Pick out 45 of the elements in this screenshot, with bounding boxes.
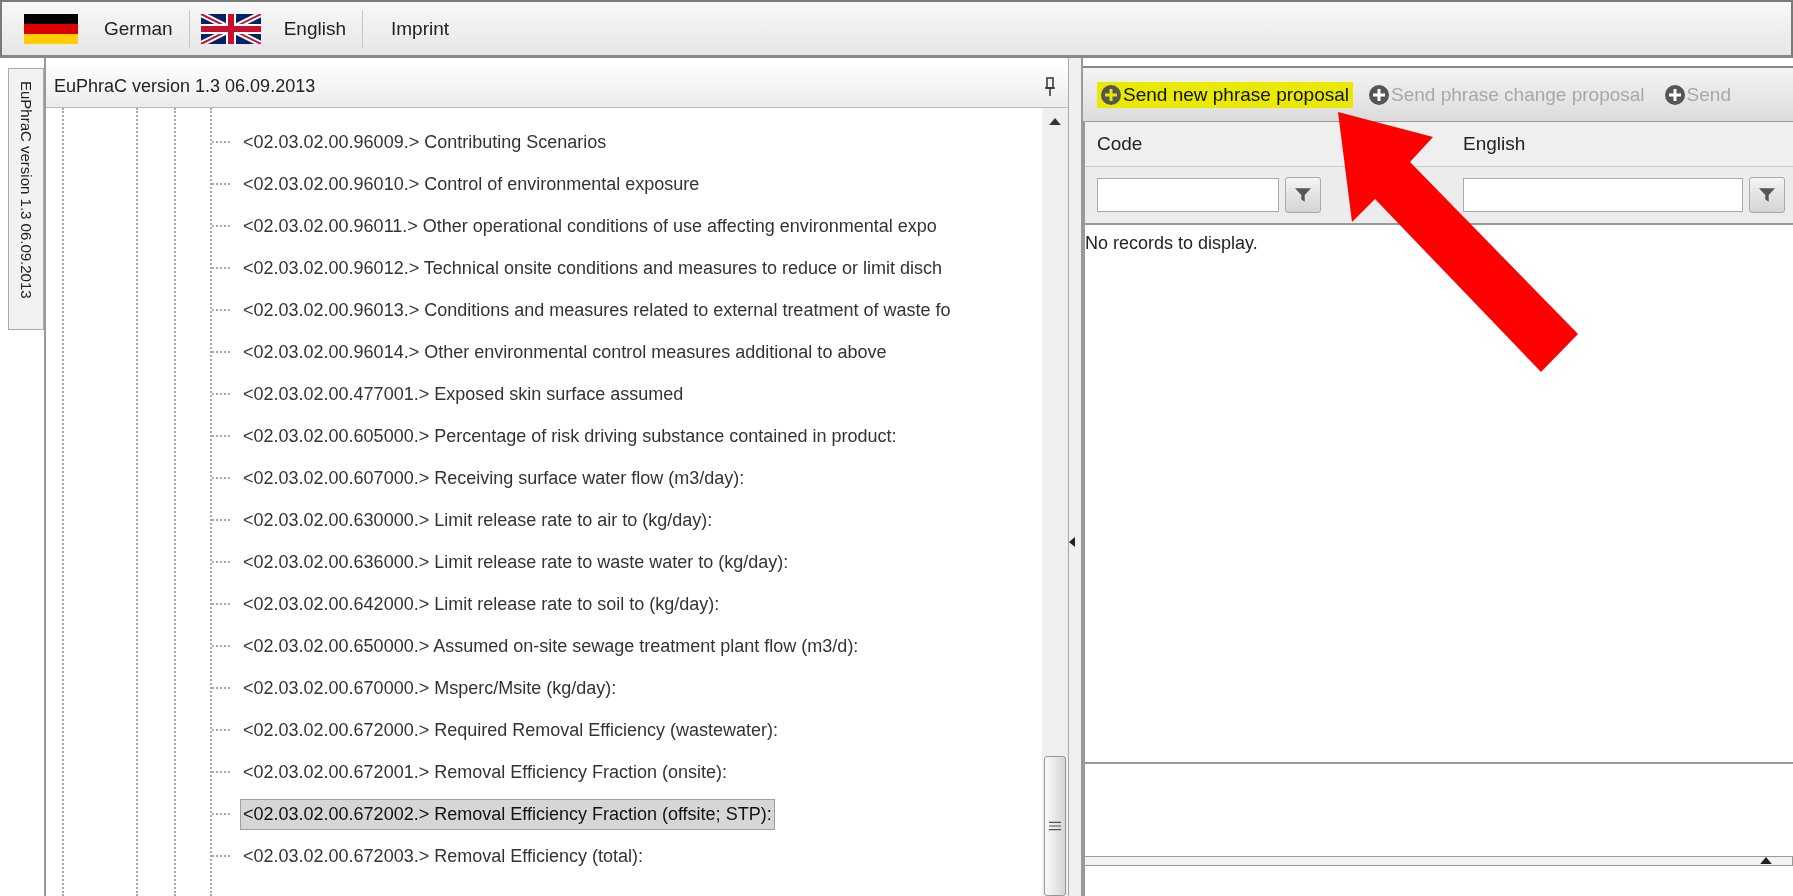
language-link[interactable]: German	[104, 17, 173, 40]
tree-item[interactable]: <02.03.02.00.630000.> Limit release rate to air to (kg/day):	[240, 504, 716, 536]
empty-message: No records to display.	[1085, 233, 1258, 253]
column-header[interactable]: English	[1451, 133, 1793, 155]
scrollbar[interactable]	[1042, 108, 1068, 896]
tree-item[interactable]: <02.03.02.00.642000.> Limit release rate to soil to (kg/day):	[240, 588, 723, 620]
tree-item[interactable]: <02.03.02.00.96011.> Other operational conditions of use affecting environmental expo	[240, 210, 940, 242]
tree-item[interactable]: <02.03.02.00.96014.> Other environmental control measures additional to above	[240, 336, 890, 368]
plus-icon	[1664, 84, 1685, 105]
flag-icon[interactable]	[199, 13, 262, 44]
filter-icon	[1759, 187, 1775, 203]
tree-item[interactable]: <02.03.02.00.96009.> Contributing Scenarios	[240, 126, 610, 158]
tree-item[interactable]: <02.03.02.00.672003.> Removal Efficiency (total):	[240, 840, 646, 872]
filter-button[interactable]	[1285, 177, 1321, 213]
scrollbar[interactable]	[1083, 856, 1793, 866]
filter-icon	[1295, 187, 1311, 203]
tree-item[interactable]: <02.03.02.00.477001.> Exposed skin surface assumed	[240, 378, 687, 410]
plus-icon	[1369, 84, 1390, 105]
scroll-thumb[interactable]	[1044, 756, 1066, 896]
grip-icon	[1049, 821, 1061, 831]
collapse-arrow-icon[interactable]	[1069, 536, 1075, 548]
tree-item[interactable]: <02.03.02.00.96013.> Conditions and measures related to external treatment of waste fo	[240, 294, 954, 326]
tree-item[interactable]: <02.03.02.00.636000.> Limit release rate to waste water to (kg/day):	[240, 546, 792, 578]
tree-item[interactable]: <02.03.02.00.96010.> Control of environmental exposure	[240, 168, 703, 200]
pin-icon[interactable]	[1044, 76, 1056, 97]
filter-field[interactable]	[1097, 178, 1279, 212]
tree-item[interactable]: <02.03.02.00.672000.> Required Removal Efficiency (wastewater):	[240, 714, 781, 746]
tree-item[interactable]: <02.03.02.00.96012.> Technical onsite conditions and measures to reduce or limit disch	[240, 252, 946, 284]
tree-item[interactable]: <02.03.02.00.607000.> Receiving surface water flow (m3/day):	[240, 462, 748, 494]
scroll-up-icon[interactable]	[1760, 857, 1772, 864]
imprint-link[interactable]: Imprint	[372, 17, 450, 40]
filter-button[interactable]	[1749, 177, 1785, 213]
column-header[interactable]: Code	[1085, 133, 1451, 155]
side-tab[interactable]: EuPhraC version 1.3 06.09.2013	[8, 68, 44, 330]
language-link[interactable]: English	[283, 17, 346, 40]
plus-icon	[1101, 84, 1121, 105]
tree-item[interactable]: <02.03.02.00.605000.> Percentage of risk driving substance contained in product:	[240, 420, 900, 452]
filter-field[interactable]	[1463, 178, 1743, 212]
scroll-up-icon[interactable]	[1049, 118, 1061, 125]
toolbar-button[interactable]: Send new phrase proposal	[1097, 81, 1354, 108]
panel-title: EuPhraC version 1.3 06.09.2013	[54, 76, 316, 97]
tree-item[interactable]: <02.03.02.00.672001.> Removal Efficiency Fraction (onsite):	[240, 756, 730, 788]
tree-item[interactable]: <02.03.02.00.650000.> Assumed on-site sewage treatment plant flow (m3/d):	[240, 630, 862, 662]
tree-item[interactable]: <02.03.02.00.672002.> Removal Efficiency Fraction (offsite; STP):	[240, 798, 775, 830]
tree-item[interactable]: <02.03.02.00.670000.> Msperc/Msite (kg/day):	[240, 672, 620, 704]
